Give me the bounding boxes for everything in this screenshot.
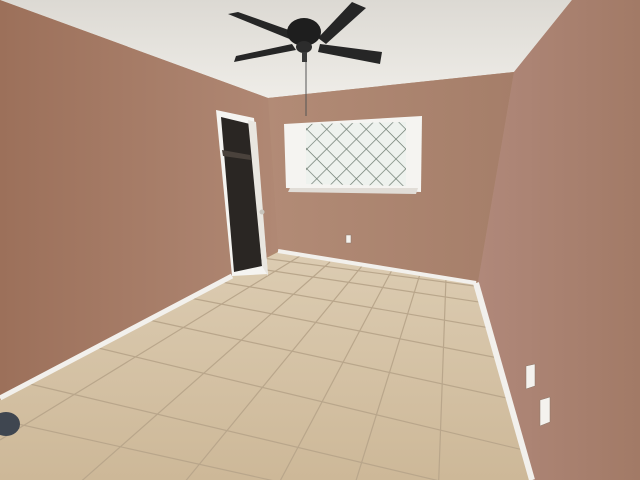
window-lattice-glass (306, 122, 406, 186)
window (284, 116, 422, 194)
door-knob (259, 209, 265, 215)
right-wall-outlet-1 (525, 363, 536, 390)
empty-bedroom-photo (0, 0, 640, 480)
back-wall-outlet (345, 234, 352, 244)
right-wall-outlet-2 (539, 396, 551, 427)
